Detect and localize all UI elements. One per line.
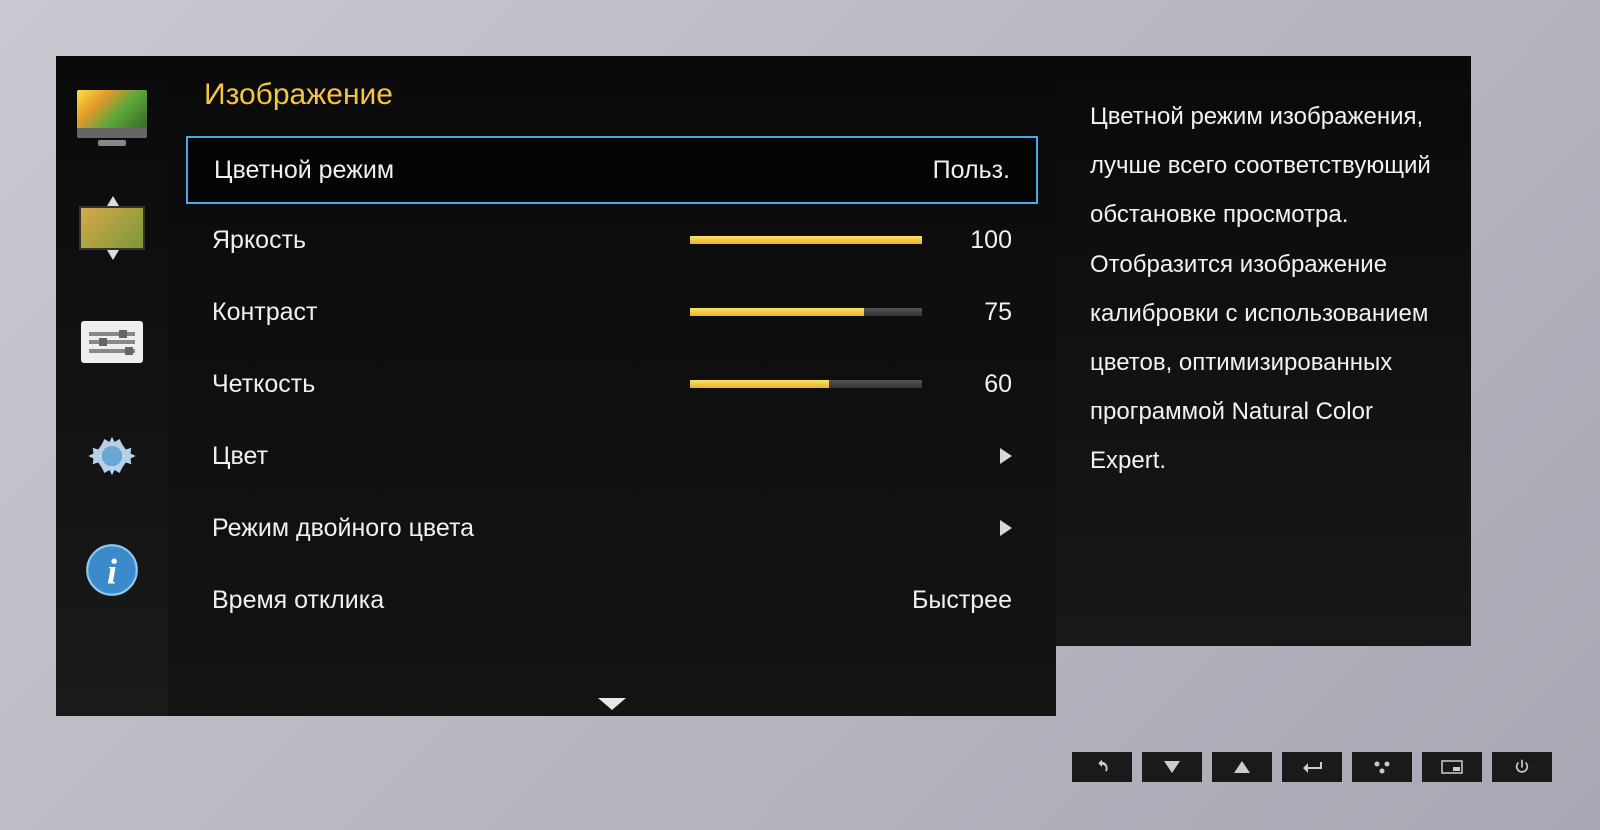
scroll-down-icon[interactable] xyxy=(598,698,626,710)
sidebar-info-icon[interactable]: i xyxy=(74,540,150,600)
help-text: Цветной режим изображения, лучше всего с… xyxy=(1090,92,1441,486)
setting-response-time[interactable]: Время отклика Быстрее xyxy=(186,564,1038,636)
hw-power-button[interactable] xyxy=(1492,752,1552,782)
hw-down-button[interactable] xyxy=(1142,752,1202,782)
hw-enter-button[interactable] xyxy=(1282,752,1342,782)
chevron-right-icon xyxy=(1000,448,1012,464)
chevron-right-icon xyxy=(1000,520,1012,536)
setting-value: 60 xyxy=(952,370,1012,399)
setting-label: Цветной режим xyxy=(214,156,394,185)
setting-value: Быстрее xyxy=(912,586,1012,615)
contrast-slider[interactable] xyxy=(690,308,922,316)
sidebar: i xyxy=(56,56,168,716)
hw-up-button[interactable] xyxy=(1212,752,1272,782)
section-title: Изображение xyxy=(168,78,1056,136)
setting-value: 75 xyxy=(952,298,1012,327)
sidebar-display-adjust-icon[interactable] xyxy=(74,198,150,258)
setting-color-mode[interactable]: Цветной режим Польз. xyxy=(186,136,1038,204)
hw-back-button[interactable] xyxy=(1072,752,1132,782)
setting-label: Четкость xyxy=(212,370,315,399)
sidebar-sliders-icon[interactable] xyxy=(74,312,150,372)
setting-value: 100 xyxy=(952,226,1012,255)
setting-sharpness[interactable]: Четкость 60 xyxy=(186,348,1038,420)
setting-label: Время отклика xyxy=(212,586,384,615)
main-panel: Изображение Цветной режим Польз. Яркость… xyxy=(168,56,1056,716)
setting-brightness[interactable]: Яркость 100 xyxy=(186,204,1038,276)
setting-color[interactable]: Цвет xyxy=(186,420,1038,492)
setting-label: Режим двойного цвета xyxy=(212,514,474,543)
setting-dual-color[interactable]: Режим двойного цвета xyxy=(186,492,1038,564)
hw-menu-button[interactable] xyxy=(1352,752,1412,782)
brightness-slider[interactable] xyxy=(690,236,922,244)
sidebar-settings-gear-icon[interactable] xyxy=(74,426,150,486)
hw-source-button[interactable] xyxy=(1422,752,1482,782)
sharpness-slider[interactable] xyxy=(690,380,922,388)
setting-label: Контраст xyxy=(212,298,317,327)
sidebar-picture-icon[interactable] xyxy=(74,84,150,144)
osd-container: i Изображение Цветной режим Польз. Яркос… xyxy=(56,56,1471,716)
hardware-button-bar xyxy=(1072,752,1552,782)
setting-label: Цвет xyxy=(212,442,268,471)
svg-text:i: i xyxy=(107,552,117,592)
setting-value: Польз. xyxy=(933,156,1010,185)
settings-list: Цветной режим Польз. Яркость 100 Контрас… xyxy=(168,136,1056,636)
help-panel: Цветной режим изображения, лучше всего с… xyxy=(1056,56,1471,646)
setting-contrast[interactable]: Контраст 75 xyxy=(186,276,1038,348)
setting-label: Яркость xyxy=(212,226,306,255)
